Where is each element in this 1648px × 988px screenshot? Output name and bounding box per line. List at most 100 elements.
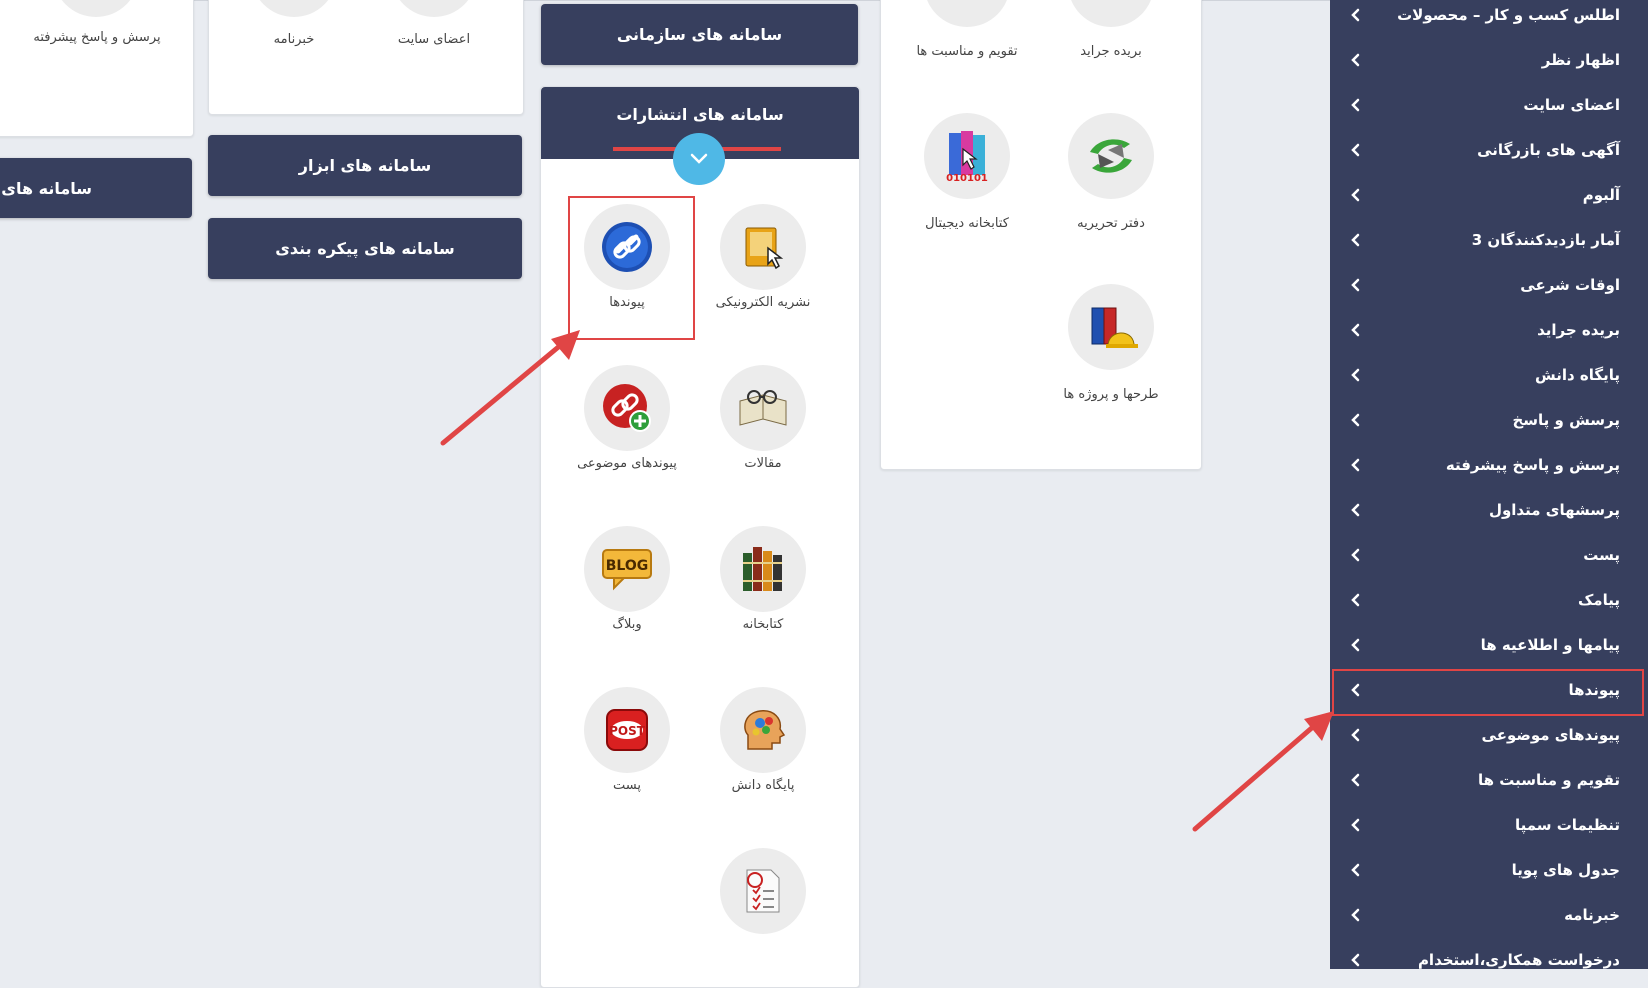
press-clippings-label: بریده جراید (1080, 44, 1142, 59)
chevron-left-icon (1350, 593, 1364, 607)
sidebar-item-label: تنظیمات سمپا (1514, 816, 1620, 834)
chevron-left-icon (1350, 638, 1364, 652)
sidebar-item[interactable]: پرسش و پاسخ پیشرفته (1330, 443, 1648, 487)
sidebar-item[interactable]: پایگاه دانش (1330, 353, 1648, 397)
chevron-left-icon (1350, 818, 1364, 832)
sidebar-item[interactable]: پرسش و پاسخ (1330, 398, 1648, 442)
press-clippings-button[interactable] (1068, 0, 1154, 27)
projects-button[interactable] (1068, 284, 1154, 370)
knowledge-base-icon (744, 710, 786, 750)
library-books-icon (743, 547, 782, 591)
newsletter-icon-partial[interactable] (251, 0, 337, 17)
sidebar: اطلس کسب و کار – محصولات اظهار نظر اعضای س… (1330, 0, 1648, 969)
sidebar-item-label: پرسش و پاسخ پیشرفته (1445, 456, 1620, 474)
post-button[interactable]: POST (584, 687, 670, 773)
sidebar-item[interactable]: اعضای سایت (1330, 83, 1648, 127)
e-newsletter-button[interactable] (720, 204, 806, 290)
chevron-left-icon (1350, 143, 1364, 157)
chevron-left-icon (1350, 188, 1364, 202)
topic-links-button[interactable] (584, 365, 670, 451)
sidebar-item[interactable]: تقویم و مناسبت ها (1330, 758, 1648, 802)
grade-checklist-icon (746, 869, 780, 913)
editorial-office-button[interactable] (1068, 113, 1154, 199)
sidebar-item-label: اظهار نظر (1541, 51, 1620, 69)
sidebar-item-label: پایگاه دانش (1534, 366, 1620, 384)
sidebar-item[interactable]: پیامک (1330, 578, 1648, 622)
sidebar-item[interactable]: آگهی های بازرگانی (1330, 128, 1648, 172)
chevron-left-icon (1350, 548, 1364, 562)
chevron-left-icon (1350, 908, 1364, 922)
knowledge-base-button[interactable] (720, 687, 806, 773)
sidebar-item-label: اطلس کسب و کار – محصولات (1397, 6, 1620, 24)
sidebar-item[interactable]: اوقات شرعی (1330, 263, 1648, 307)
config-systems-button[interactable]: سامانه های پیکره بندی (208, 218, 522, 279)
sidebar-item-label: اوقات شرعی (1520, 276, 1620, 294)
sidebar-item[interactable]: بریده جراید (1330, 308, 1648, 352)
library-label: کتابخانه (742, 617, 784, 632)
chevron-left-icon (1350, 503, 1364, 517)
chevron-down-icon (690, 153, 708, 164)
chevron-left-icon (1350, 98, 1364, 112)
add-link-icon (603, 384, 651, 432)
sidebar-item[interactable]: آلبوم (1330, 173, 1648, 217)
sidebar-item[interactable]: اطلس کسب و کار – محصولات (1330, 0, 1648, 37)
sidebar-item[interactable]: اظهار نظر (1330, 38, 1648, 82)
editorial-office-icon (1090, 139, 1132, 173)
chevron-left-icon (1350, 53, 1364, 67)
publications-title: سامانه های انتشارات (616, 105, 784, 124)
post-label: پست (613, 778, 641, 793)
card-icon-partial[interactable] (53, 0, 139, 17)
sidebar-item-label: اعضای سایت (1523, 96, 1620, 114)
site-members-label: اعضای سایت (397, 32, 471, 47)
grades-button[interactable] (720, 848, 806, 934)
arrow-to-sidebar-links (1192, 711, 1334, 832)
advanced-qa-label: پرسش و پاسخ پیشرفته (33, 30, 161, 45)
top-mid-card: خبرنامه اعضای سایت (208, 0, 524, 115)
org-systems-label: سامانه های سازمانی (616, 25, 783, 44)
top-left-card: پرسش و پاسخ پیشرفته (0, 0, 194, 137)
sidebar-links-highlight (1332, 669, 1644, 716)
chevron-left-icon (1350, 773, 1364, 787)
org-systems-button[interactable]: سامانه های سازمانی (541, 4, 858, 65)
expand-toggle[interactable] (673, 133, 725, 185)
sidebar-item[interactable]: آمار بازدیدکنندگان 3 (1330, 218, 1648, 262)
sidebar-item[interactable]: پرسشهای متداول (1330, 488, 1648, 532)
sidebar-item[interactable]: تنظیمات سمپا (1330, 803, 1648, 847)
chevron-left-icon (1350, 278, 1364, 292)
chevron-left-icon (1350, 323, 1364, 337)
config-systems-label: سامانه های پیکره بندی (275, 239, 455, 258)
tools-systems-button[interactable]: سامانه های ابزار (208, 135, 522, 196)
digital-library-icon: 010101 (946, 131, 988, 183)
sidebar-item[interactable]: پیامها و اطلاعیه ها (1330, 623, 1648, 667)
topic-links-label: پیوندهای موضوعی (577, 456, 677, 471)
sidebar-item[interactable]: پست (1330, 533, 1648, 577)
links-highlight-box (568, 196, 695, 340)
knowledge-base-label: پایگاه دانش (731, 778, 795, 793)
svg-text:010101: 010101 (946, 173, 988, 183)
right-icons-panel: تقویم و مناسبت ها بریده جراید 010101 کتا… (880, 0, 1202, 470)
chevron-left-icon (1350, 953, 1364, 967)
articles-button[interactable] (720, 365, 806, 451)
projects-label: طرحها و پروژه ها (1063, 387, 1159, 402)
sidebar-item[interactable]: خبرنامه (1330, 893, 1648, 937)
library-button[interactable] (720, 526, 806, 612)
digital-library-button[interactable]: 010101 (924, 113, 1010, 199)
sidebar-item-label: پیامک (1577, 591, 1620, 609)
e-newsletter-label: نشریه الکترونیکی (715, 295, 811, 310)
chevron-left-icon (1350, 233, 1364, 247)
sidebar-item[interactable]: درخواست همکاری،استخدام (1330, 938, 1648, 982)
calendar-button[interactable] (924, 0, 1010, 27)
sidebar-item-label: پیامها و اطلاعیه ها (1480, 636, 1620, 654)
blog-button[interactable]: BLOG (584, 526, 670, 612)
blog-icon: BLOG (602, 549, 652, 591)
b-systems-button[interactable]: سامانه های B (0, 158, 192, 218)
sidebar-item-label: آمار بازدیدکنندگان 3 (1471, 231, 1620, 249)
sidebar-item[interactable]: پیوندهای موضوعی (1330, 713, 1648, 757)
tools-systems-label: سامانه های ابزار (298, 156, 432, 175)
sidebar-item[interactable]: جدول های پویا (1330, 848, 1648, 892)
articles-icon (739, 390, 787, 426)
projects-icon (1091, 307, 1138, 348)
sidebar-item-label: بریده جراید (1537, 321, 1620, 339)
chevron-left-icon (1350, 413, 1364, 427)
site-members-icon-partial[interactable] (391, 0, 477, 17)
